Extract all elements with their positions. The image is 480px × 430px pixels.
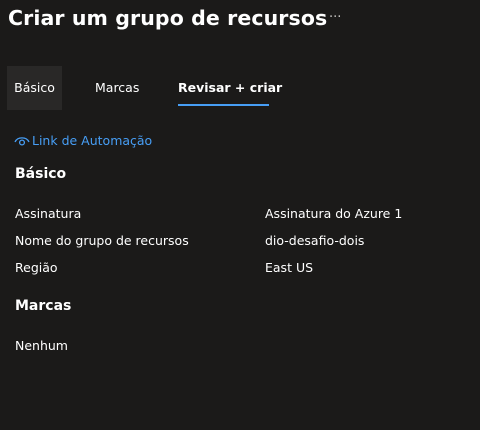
label-regiao: Região <box>15 260 58 275</box>
automation-link[interactable]: Link de Automação <box>14 133 152 148</box>
label-assinatura: Assinatura <box>15 206 82 221</box>
create-resource-group-page: Criar um grupo de recursos ··· Básico Ma… <box>0 0 480 430</box>
eye-icon <box>14 135 30 147</box>
active-tab-indicator <box>178 104 269 106</box>
section-heading-marcas: Marcas <box>15 298 72 314</box>
value-assinatura: Assinatura do Azure 1 <box>265 206 403 221</box>
value-nome-grupo: dio-desafio-dois <box>265 233 365 248</box>
tab-basico[interactable]: Básico <box>7 66 62 110</box>
value-marcas: Nenhum <box>15 338 68 353</box>
page-title: Criar um grupo de recursos <box>8 6 328 30</box>
more-options-icon[interactable]: ··· <box>329 10 341 25</box>
label-nome-grupo: Nome do grupo de recursos <box>15 233 189 248</box>
section-heading-basico: Básico <box>15 166 67 182</box>
automation-link-label: Link de Automação <box>32 133 153 148</box>
tab-marcas[interactable]: Marcas <box>95 66 139 110</box>
value-regiao: East US <box>265 260 314 275</box>
